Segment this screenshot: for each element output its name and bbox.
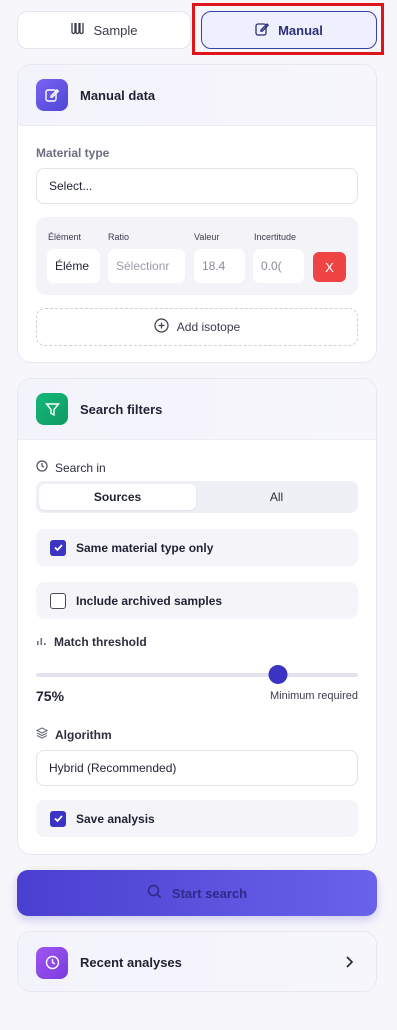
same-material-label: Same material type only [76, 540, 214, 555]
sample-mode-button[interactable]: Sample [17, 11, 191, 49]
ratio-select[interactable]: Sélectionr [108, 249, 185, 283]
material-type-select[interactable]: Select... [36, 168, 358, 204]
plus-circle-icon [154, 318, 169, 336]
threshold-hint: Minimum required [269, 690, 358, 702]
bar-chart-icon [36, 635, 47, 649]
include-archived-checkbox[interactable] [50, 592, 66, 609]
uncertainty-header: Incertitude [254, 232, 297, 242]
manual-data-card: Manual data Material type Select... Élém… [17, 64, 377, 363]
manual-mode-label: Manual [278, 22, 323, 38]
algorithm-label: Algorithm [55, 727, 112, 742]
manual-data-header: Manual data [18, 65, 376, 126]
edit-icon [255, 22, 270, 39]
start-search-label: Start search [171, 885, 248, 901]
search-in-label: Search in [55, 460, 106, 475]
threshold-label: Match threshold [54, 635, 147, 649]
start-search-button[interactable]: Start search [17, 870, 377, 916]
algorithm-label-row: Algorithm [35, 727, 112, 742]
recent-analyses-title: Recent analyses [80, 955, 182, 970]
filter-icon [36, 393, 68, 425]
chevron-right-icon[interactable] [344, 955, 354, 974]
test-tubes-icon [70, 22, 85, 39]
layers-icon [35, 727, 49, 742]
recent-analyses-card[interactable]: Recent analyses [17, 931, 377, 992]
algorithm-select[interactable]: Hybrid (Recommended) [36, 750, 358, 786]
manual-mode-button[interactable]: Manual [201, 11, 377, 49]
same-material-checkbox[interactable] [50, 539, 66, 556]
element-header: Élément [48, 232, 82, 242]
save-analysis-option[interactable]: Save analysis [36, 800, 358, 837]
add-isotope-button[interactable]: Add isotope [36, 308, 358, 346]
save-analysis-checkbox[interactable] [50, 810, 66, 827]
mode-toggle: Sample Manual [17, 11, 378, 49]
ratio-header: Ratio [108, 232, 130, 242]
threshold-slider[interactable] [36, 665, 358, 684]
recent-analyses-header[interactable]: Recent analyses [18, 932, 376, 991]
search-in-sources[interactable]: Sources [39, 484, 196, 510]
include-archived-label: Include archived samples [76, 593, 223, 608]
same-material-option[interactable]: Same material type only [36, 529, 358, 566]
manual-data-title: Manual data [80, 87, 156, 103]
uncertainty-input[interactable]: 0.0( [253, 249, 304, 283]
search-filters-card: Search filters Search in Sources All Sam… [17, 378, 377, 855]
search-filters-header: Search filters [18, 379, 376, 440]
search-in-toggle: Sources All [36, 481, 358, 513]
add-isotope-label: Add isotope [176, 320, 241, 334]
threshold-value: 75% [36, 688, 65, 704]
value-input[interactable]: 18.4 [194, 249, 245, 283]
threshold-label-row: Match threshold [36, 635, 147, 649]
search-in-label-row: Search in [36, 460, 106, 475]
clock-icon [36, 460, 48, 475]
value-header: Valeur [194, 232, 220, 242]
include-archived-option[interactable]: Include archived samples [36, 582, 358, 619]
element-input[interactable]: Éléme [47, 249, 100, 283]
sample-mode-label: Sample [93, 22, 138, 38]
remove-isotope-button[interactable]: X [313, 252, 346, 282]
threshold-slider-thumb[interactable] [268, 665, 287, 684]
search-filters-title: Search filters [80, 401, 163, 417]
search-in-all[interactable]: All [198, 484, 355, 510]
search-icon [147, 884, 162, 902]
material-type-label: Material type [36, 146, 110, 160]
isotope-row: Élément Ratio Valeur Incertitude Éléme S… [36, 217, 358, 295]
clock-icon [36, 946, 68, 979]
save-analysis-label: Save analysis [76, 811, 155, 826]
edit-icon [36, 79, 68, 111]
